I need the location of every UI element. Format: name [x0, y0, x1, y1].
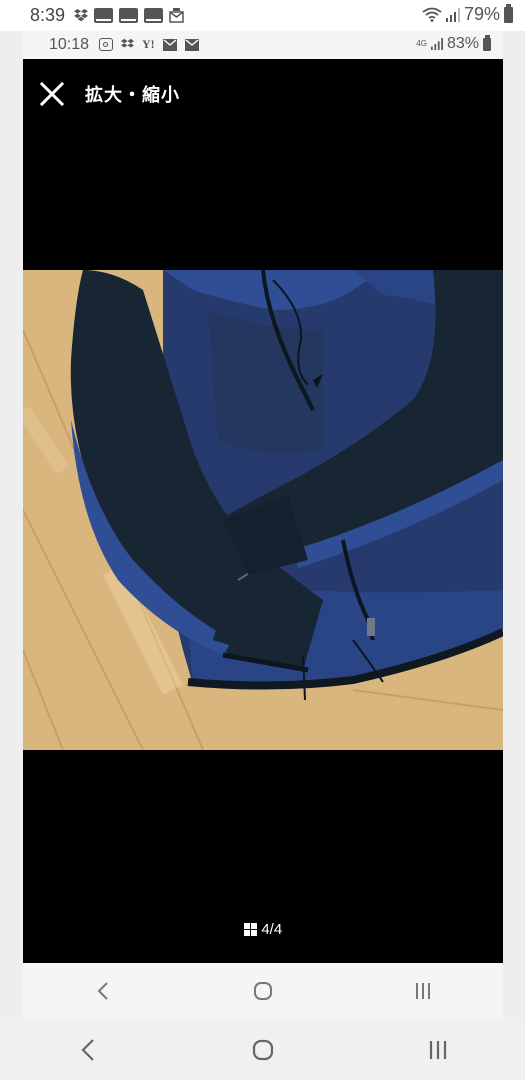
instagram-icon [99, 38, 113, 51]
battery-icon [504, 3, 513, 23]
back-button[interactable] [58, 1030, 118, 1070]
outer-clock: 8:39 [30, 5, 66, 25]
zoom-label: 拡大・縮小 [85, 85, 180, 105]
inner-nav-bar [23, 963, 503, 1019]
image-viewer: 拡大・縮小 4/4 [23, 59, 503, 963]
back-icon [80, 1038, 94, 1061]
app-tile-icon [144, 7, 163, 23]
close-icon[interactable] [37, 79, 67, 109]
dropbox-icon [121, 38, 134, 48]
back-icon [97, 982, 108, 1000]
app-tile-icon [119, 7, 138, 23]
recents-button[interactable] [408, 1030, 468, 1070]
yahoo-icon: Y! [142, 37, 155, 51]
home-icon [252, 1039, 273, 1060]
image-counter-text: 4/4 [261, 921, 283, 938]
mail-box-icon [169, 8, 184, 23]
image-counter: 4/4 [23, 921, 503, 938]
outer-nav-bar [0, 1019, 525, 1080]
network-type: 4G [416, 39, 427, 48]
inner-back-button[interactable] [73, 971, 133, 1011]
wifi-icon [422, 7, 442, 22]
inner-home-button[interactable] [233, 971, 293, 1011]
inner-battery-percent: 83% [446, 35, 479, 52]
battery-icon [483, 34, 491, 51]
grid-icon[interactable] [243, 922, 258, 937]
inner-recents-button[interactable] [393, 971, 453, 1011]
outer-battery-percent: 79% [463, 4, 500, 24]
outer-status-bar: 8:39 79% [0, 0, 525, 31]
recents-icon [416, 983, 430, 999]
home-button[interactable] [233, 1030, 293, 1070]
inner-status-bar: 10:18 Y! 4G 83% [23, 31, 503, 59]
inner-clock: 10:18 [49, 36, 90, 53]
signal-icon [445, 7, 460, 22]
recents-icon [429, 1040, 446, 1059]
inner-screenshot: 10:18 Y! 4G 83% 拡大・縮小 4/4 [23, 31, 503, 1019]
home-icon [254, 982, 272, 1000]
inner-status-right: 4G 83% [416, 34, 491, 53]
inner-notification-icons: Y! [99, 37, 199, 52]
mail-icon [162, 38, 177, 51]
app-tile-icon [94, 7, 113, 23]
jacket-photo[interactable] [23, 270, 503, 750]
outer-notification-icons [74, 7, 184, 23]
signal-icon [430, 38, 443, 50]
mail-icon [184, 38, 199, 51]
dropbox-icon [74, 9, 88, 22]
outer-status-right: 79% [422, 3, 513, 25]
